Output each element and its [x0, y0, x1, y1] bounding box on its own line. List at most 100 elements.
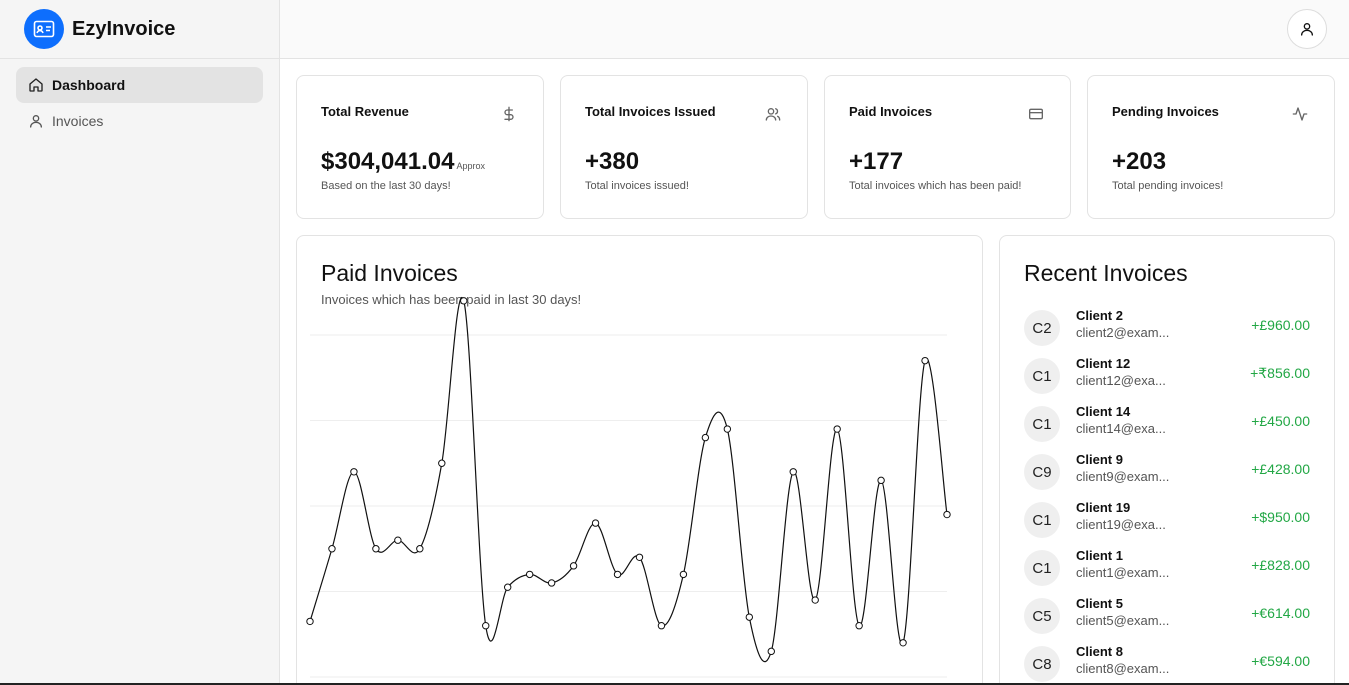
chart-data-point[interactable]	[460, 297, 468, 305]
chart-data-point[interactable]	[503, 583, 512, 591]
sidebar: EzyInvoice Dashboard Invoices	[0, 0, 280, 685]
chart-data-point[interactable]	[306, 617, 314, 626]
avatar: C5	[1024, 598, 1060, 634]
avatar: C1	[1024, 406, 1060, 442]
avatar: C9	[1024, 454, 1060, 490]
chart-data-point[interactable]	[438, 459, 446, 467]
recent-invoice-row[interactable]: C1 Client 12 client12@exa... +₹856.00	[1024, 356, 1312, 404]
paid-invoices-panel: Paid Invoices Invoices which has been pa…	[296, 235, 983, 685]
topbar	[280, 0, 1349, 59]
chart-data-point[interactable]	[877, 476, 885, 485]
client-name: Client 1	[1076, 548, 1123, 563]
chart-data-point[interactable]	[745, 613, 754, 621]
chart-data-point[interactable]	[547, 579, 556, 587]
client-email: client8@exam...	[1076, 661, 1170, 676]
invoice-amount: +€614.00	[1251, 605, 1310, 621]
client-email: client12@exa...	[1076, 373, 1166, 388]
chart-data-point[interactable]	[613, 570, 622, 579]
chart-data-point[interactable]	[679, 570, 688, 579]
stat-value: $304,041.04 Approx	[321, 148, 485, 175]
chart-data-point[interactable]	[767, 647, 775, 656]
stat-card-pending-invoices: Pending Invoices +203 Total pending invo…	[1087, 75, 1335, 219]
avatar: C1	[1024, 502, 1060, 538]
stat-card-paid-invoices: Paid Invoices +177 Total invoices which …	[824, 75, 1071, 219]
stat-title: Total Invoices Issued	[585, 104, 716, 119]
paid-invoices-chart	[306, 297, 951, 678]
users-icon	[765, 108, 781, 121]
client-name: Client 14	[1076, 404, 1131, 419]
chart-data-point[interactable]	[394, 536, 402, 544]
chart-data-point[interactable]	[833, 425, 841, 433]
stat-card-total-invoices: Total Invoices Issued +380 Total invoice…	[560, 75, 808, 219]
client-name: Client 9	[1076, 452, 1123, 467]
stat-value: +380	[585, 148, 640, 175]
chart-data-point[interactable]	[921, 356, 929, 365]
stat-subtitle: Based on the last 30 days!	[321, 180, 451, 192]
sidebar-nav: Dashboard Invoices	[0, 59, 279, 147]
chart-data-point[interactable]	[525, 570, 534, 579]
chart-data-point[interactable]	[701, 433, 710, 442]
recent-invoice-row[interactable]: C8 Client 8 client8@exam... +€594.00	[1024, 644, 1312, 685]
recent-invoice-row[interactable]: C1 Client 14 client14@exa... +£450.00	[1024, 404, 1312, 452]
avatar: C8	[1024, 646, 1060, 682]
invoice-amount: +₹856.00	[1250, 365, 1310, 381]
chart-data-point[interactable]	[789, 468, 797, 476]
stat-title: Paid Invoices	[849, 104, 933, 119]
panel-title: Recent Invoices	[1024, 260, 1188, 286]
recent-invoice-row[interactable]: C2 Client 2 client2@exam... +£960.00	[1024, 308, 1312, 356]
user-menu-button[interactable]	[1287, 9, 1327, 49]
user-icon	[30, 115, 42, 128]
client-name: Client 5	[1076, 596, 1123, 611]
chart-data-point[interactable]	[811, 596, 819, 604]
client-name: Client 8	[1076, 644, 1123, 659]
client-email: client5@exam...	[1076, 613, 1170, 628]
chart-data-point[interactable]	[591, 519, 600, 527]
client-email: client14@exa...	[1076, 421, 1166, 436]
chart-data-point[interactable]	[372, 545, 380, 553]
contact-card-icon	[24, 9, 64, 49]
recent-invoice-row[interactable]: C1 Client 19 client19@exa... +$950.00	[1024, 500, 1312, 548]
invoice-amount: +£960.00	[1251, 317, 1310, 333]
invoice-amount: +£450.00	[1251, 413, 1310, 429]
chart-data-point[interactable]	[350, 468, 358, 476]
invoice-amount: +$950.00	[1251, 509, 1310, 525]
stat-subtitle: Total invoices which has been paid!	[849, 180, 1022, 192]
sidebar-item-label: Dashboard	[52, 77, 126, 93]
invoice-amount: +£428.00	[1251, 461, 1310, 477]
activity-icon	[1292, 107, 1308, 121]
brand[interactable]: EzyInvoice	[0, 0, 279, 59]
chart-data-point[interactable]	[328, 545, 336, 553]
chart-data-point[interactable]	[416, 545, 424, 553]
chart-data-point[interactable]	[482, 622, 490, 630]
stat-subtitle: Total pending invoices!	[1112, 180, 1224, 192]
recent-invoice-row[interactable]: C9 Client 9 client9@exam... +£428.00	[1024, 452, 1312, 500]
avatar: C1	[1024, 358, 1060, 394]
chart-data-point[interactable]	[899, 639, 907, 647]
avatar: C1	[1024, 550, 1060, 586]
chart-data-point[interactable]	[635, 553, 644, 561]
client-name: Client 12	[1076, 356, 1131, 371]
chart-data-point[interactable]	[657, 622, 666, 630]
chart-data-point[interactable]	[569, 562, 578, 570]
client-email: client2@exam...	[1076, 325, 1170, 340]
invoice-amount: +€594.00	[1251, 653, 1310, 669]
sidebar-item-invoices[interactable]: Invoices	[16, 103, 263, 139]
recent-invoice-row[interactable]: C5 Client 5 client5@exam... +€614.00	[1024, 596, 1312, 644]
client-email: client9@exam...	[1076, 469, 1170, 484]
dollar-icon	[504, 106, 514, 122]
recent-invoice-row[interactable]: C1 Client 1 client1@exam... +£828.00	[1024, 548, 1312, 596]
user-icon	[1301, 23, 1313, 36]
sidebar-item-dashboard[interactable]: Dashboard	[16, 67, 263, 103]
chart-data-point[interactable]	[723, 425, 732, 433]
credit-card-icon	[1029, 108, 1043, 120]
chart-data-point[interactable]	[943, 510, 951, 519]
avatar: C2	[1024, 310, 1060, 346]
client-name: Client 2	[1076, 308, 1123, 323]
stat-value: +203	[1112, 148, 1167, 175]
chart-data-point[interactable]	[855, 622, 863, 630]
recent-invoices-panel: Recent Invoices C2 Client 2 client2@exam…	[999, 235, 1335, 685]
client-email: client19@exa...	[1076, 517, 1166, 532]
stat-value: +177	[849, 148, 904, 175]
invoice-amount: +£828.00	[1251, 557, 1310, 573]
stat-title: Total Revenue	[321, 104, 409, 119]
